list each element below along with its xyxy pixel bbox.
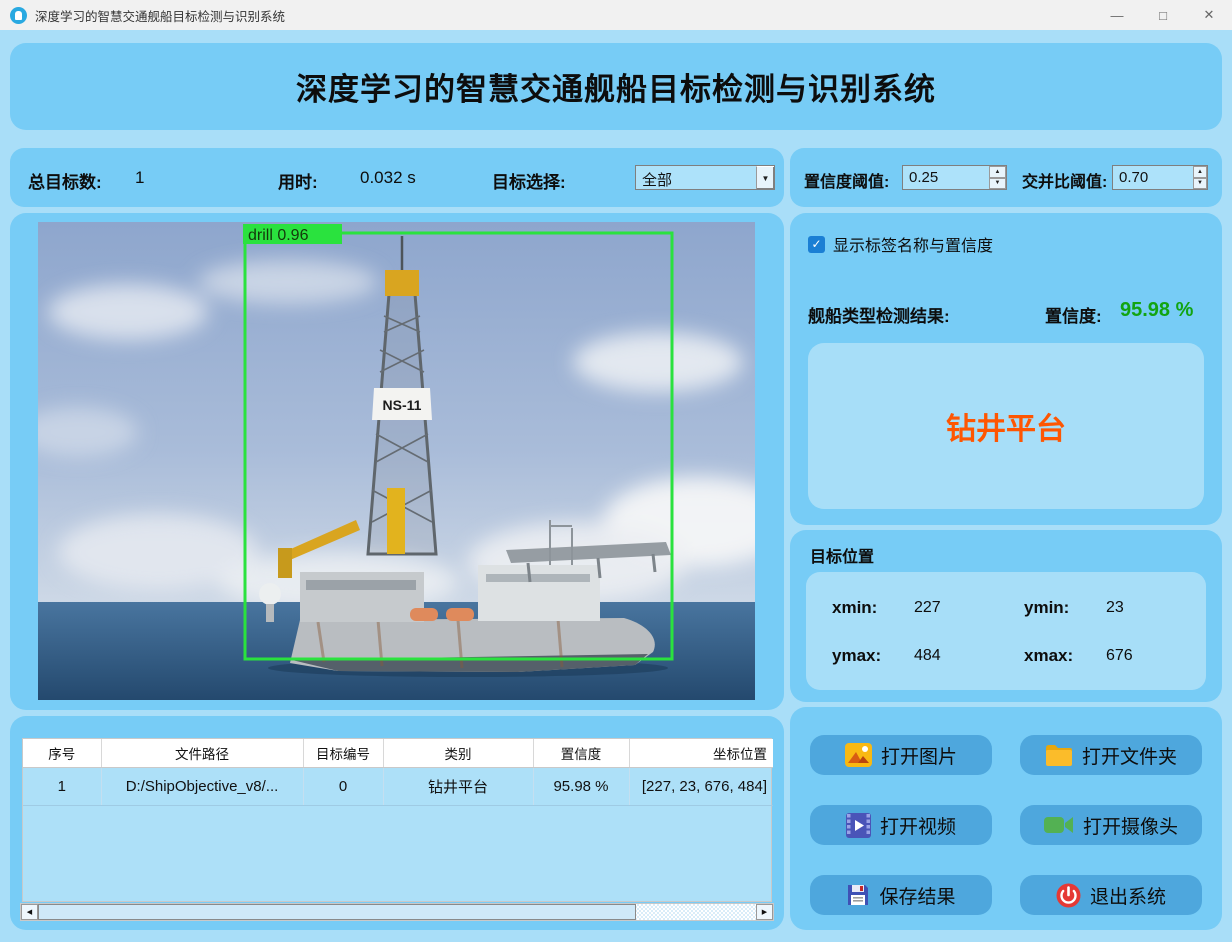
elapsed-time-label: 用时: [278,168,318,193]
close-icon: ✕ [1204,7,1215,23]
page-title: 深度学习的智慧交通舰船目标检测与识别系统 [296,64,936,109]
class-name-text: 钻井平台 [946,404,1066,448]
camera-icon [1044,815,1074,835]
stats-bar: 总目标数: 1 用时: 0.032 s 目标选择: 全部 ▼ [10,148,784,207]
class-result-box: 钻井平台 [808,343,1204,509]
cell-confidence: 95.98 % [533,767,629,805]
confidence-label: 置信度: [1045,302,1102,327]
video-icon [846,813,871,838]
scroll-right-icon[interactable]: ▶ [756,904,773,920]
xmax-value: 676 [1106,647,1133,665]
show-labels-checkbox[interactable]: ✓ [808,236,825,253]
scrollbar-track[interactable] [636,904,756,920]
open-video-button[interactable]: 打开视频 [810,805,992,845]
table-header-row: 序号 文件路径 目标编号 类别 置信度 坐标位置 [23,739,773,767]
target-select-current: 全部 [636,166,756,189]
bbox-label-text: drill 0.96 [248,227,309,244]
open-video-label: 打开视频 [880,812,956,839]
target-position-box: xmin: 227 ymin: 23 ymax: 484 xmax: 676 [806,572,1206,690]
show-labels-label[interactable]: 显示标签名称与置信度 [833,232,993,256]
detections-table: 序号 文件路径 目标编号 类别 置信度 坐标位置 1 D:/ShipObject… [22,738,772,902]
spin-up-icon[interactable]: ▲ [1193,166,1207,178]
col-class[interactable]: 类别 [383,739,533,767]
horizontal-scrollbar[interactable]: ◀ ▶ [20,903,774,921]
target-position-panel: 目标位置 xmin: 227 ymin: 23 ymax: 484 xmax: … [790,530,1222,702]
window-titlebar: 深度学习的智慧交通舰船目标检测与识别系统 — □ ✕ [0,0,1232,30]
total-targets-value: 1 [135,168,144,188]
elapsed-time-value: 0.032 s [360,168,416,188]
result-panel: ✓ 显示标签名称与置信度 舰船类型检测结果: 置信度: 95.98 % 钻井平台 [790,213,1222,525]
ymax-value: 484 [914,647,941,665]
exit-system-button[interactable]: 退出系统 [1020,875,1202,915]
cell-class: 钻井平台 [383,767,533,805]
open-image-label: 打开图片 [881,742,957,769]
open-image-button[interactable]: 打开图片 [810,735,992,775]
folder-icon [1045,744,1073,767]
open-folder-label: 打开文件夹 [1082,742,1177,769]
xmin-value: 227 [914,599,941,617]
col-file-path[interactable]: 文件路径 [101,739,303,767]
scroll-left-icon[interactable]: ◀ [21,904,38,920]
xmin-label: xmin: [832,598,877,618]
col-coords[interactable]: 坐标位置 [629,739,773,767]
app-logo-icon [10,7,27,24]
detections-table-panel: 序号 文件路径 目标编号 类别 置信度 坐标位置 1 D:/ShipObject… [10,716,784,930]
confidence-threshold-input[interactable] [903,166,989,189]
header-banner: 深度学习的智慧交通舰船目标检测与识别系统 [10,43,1222,130]
actions-panel: 打开图片 打开文件夹 打开视频 打开摄像头 [790,707,1222,930]
ymin-value: 23 [1106,599,1124,617]
exit-icon [1056,883,1081,908]
col-target-id[interactable]: 目标编号 [303,739,383,767]
table-row[interactable]: 1 D:/ShipObjective_v8/... 0 钻井平台 95.98 %… [23,767,773,805]
ymax-label: ymax: [832,646,881,666]
confidence-threshold-label: 置信度阈值: [804,168,889,192]
total-targets-label: 总目标数: [28,168,102,193]
cell-index: 1 [23,767,101,805]
iou-threshold-spinner[interactable]: ▲ ▼ [1112,165,1208,190]
col-index[interactable]: 序号 [23,739,101,767]
spin-down-icon[interactable]: ▼ [1193,178,1207,190]
maximize-button[interactable]: □ [1140,0,1186,30]
minimize-button[interactable]: — [1094,0,1140,30]
threshold-bar: 置信度阈值: ▲ ▼ 交并比阈值: ▲ ▼ [790,148,1222,207]
col-confidence[interactable]: 置信度 [533,739,629,767]
xmax-label: xmax: [1024,646,1073,666]
iou-threshold-input[interactable] [1113,166,1193,189]
check-icon: ✓ [811,237,821,251]
image-viewer-panel: NS-11 drill 0.96 [10,213,784,710]
close-button[interactable]: ✕ [1186,0,1232,30]
spin-up-icon[interactable]: ▲ [989,166,1006,178]
cell-file-path: D:/ShipObjective_v8/... [101,767,303,805]
open-camera-label: 打开摄像头 [1083,812,1178,839]
ship-type-result-label: 舰船类型检测结果: [808,302,950,327]
target-select-dropdown[interactable]: 全部 ▼ [635,165,775,190]
cell-target-id: 0 [303,767,383,805]
chevron-down-icon[interactable]: ▼ [756,166,774,189]
detection-image: NS-11 drill 0.96 [38,222,755,700]
spin-down-icon[interactable]: ▼ [989,178,1006,190]
iou-threshold-label: 交并比阈值: [1022,168,1107,192]
minimize-icon: — [1111,8,1124,23]
maximize-icon: □ [1159,8,1167,23]
save-results-button[interactable]: 保存结果 [810,875,992,915]
open-camera-button[interactable]: 打开摄像头 [1020,805,1202,845]
ship-name-text: NS-11 [383,397,422,413]
window-title: 深度学习的智慧交通舰船目标检测与识别系统 [35,6,285,25]
exit-system-label: 退出系统 [1090,882,1166,909]
open-folder-button[interactable]: 打开文件夹 [1020,735,1202,775]
target-position-title: 目标位置 [810,543,874,567]
ymin-label: ymin: [1024,598,1069,618]
cell-coords: [227, 23, 676, 484] [629,767,773,805]
save-icon [846,883,870,907]
image-icon [845,743,872,767]
save-results-label: 保存结果 [879,882,955,909]
scrollbar-thumb[interactable] [38,904,636,920]
target-select-label: 目标选择: [492,168,566,193]
confidence-value: 95.98 % [1120,299,1193,322]
confidence-threshold-spinner[interactable]: ▲ ▼ [902,165,1007,190]
